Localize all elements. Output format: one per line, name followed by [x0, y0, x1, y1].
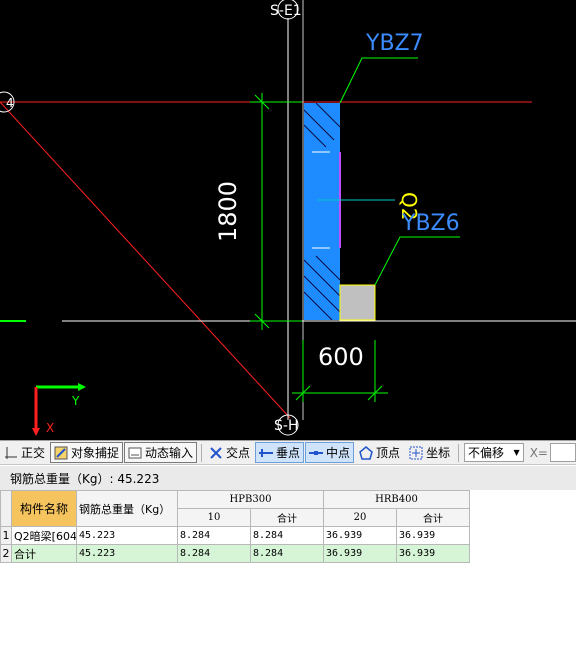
cell-hrb-total[interactable]: 36.939	[396, 544, 470, 563]
label-ybz7: YBZ7	[365, 31, 424, 56]
cell-total-weight[interactable]: 45.223	[76, 544, 178, 563]
offset-select[interactable]: 不偏移 ▼	[464, 443, 524, 462]
summary-text: 钢筋总重量（Kg）: 45.223	[10, 471, 160, 486]
ybz6-leader	[374, 236, 460, 286]
dynamic-input-icon	[127, 445, 143, 461]
x-input[interactable]	[549, 443, 576, 462]
ybz7-leader	[339, 57, 418, 104]
intersection-snap-button[interactable]: 交点	[205, 442, 254, 463]
midpoint-snap-button[interactable]: 中点	[305, 442, 355, 463]
x-coordinate-field: X=	[530, 443, 576, 462]
perpendicular-icon	[258, 445, 274, 461]
wall-q2[interactable]	[304, 103, 340, 320]
chevron-down-icon: ▼	[513, 448, 520, 457]
ortho-icon	[3, 445, 19, 461]
cell-hpb-total[interactable]: 8.284	[250, 526, 324, 545]
snap-toolbar: 正交 对象捕捉 动态输入 交点 垂点 中点 顶点 坐标 不偏移 ▼ X=	[0, 440, 576, 465]
ortho-label: 正交	[21, 446, 46, 460]
table-row[interactable]: 1 Q2暗梁[604 45.223 8.284 8.284 36.939 36.…	[0, 526, 470, 545]
cell-name[interactable]: Q2暗梁[604	[11, 526, 77, 545]
ucs-label-x: X	[46, 421, 54, 435]
rebar-table: 构件名称 钢筋总重量（Kg） HPB300 HRB400 10 合计 20 合计…	[0, 490, 470, 563]
dynamic-input-label: 动态输入	[145, 446, 194, 460]
cell-total-weight[interactable]: 45.223	[76, 526, 178, 545]
cad-drawing: S-E1 S-H 4 Q2 YBZ7 YBZ6 1800 600 Y X	[0, 0, 576, 436]
coordinate-icon	[408, 445, 424, 461]
vertex-label: 顶点	[376, 446, 401, 460]
row-number: 1	[0, 526, 12, 545]
cell-hrb-20[interactable]: 36.939	[323, 526, 397, 545]
axis-label-left: 4	[6, 96, 14, 110]
vertex-snap-button[interactable]: 顶点	[355, 442, 404, 463]
x-label: X=	[529, 445, 548, 460]
table-corner	[0, 490, 12, 527]
label-ybz6: YBZ6	[401, 211, 460, 236]
dimension-vertical	[250, 93, 302, 330]
row-number: 2	[0, 544, 12, 563]
ortho-button[interactable]: 正交	[0, 442, 49, 463]
column-ybz6[interactable]	[339, 284, 376, 321]
cell-name[interactable]: 合计	[11, 544, 77, 563]
vertex-icon	[358, 445, 374, 461]
col-header-hrb-total[interactable]: 合计	[396, 508, 470, 527]
cell-hpb-total[interactable]: 8.284	[250, 544, 324, 563]
axis-label-bottom: S-H	[274, 418, 298, 434]
object-snap-icon	[53, 445, 69, 461]
intersection-label: 交点	[226, 446, 251, 460]
coordinate-snap-button[interactable]: 坐标	[405, 442, 454, 463]
col-header-total-weight[interactable]: 钢筋总重量（Kg）	[76, 490, 178, 527]
col-header-name[interactable]: 构件名称	[11, 490, 77, 527]
midpoint-icon	[308, 445, 324, 461]
cell-hpb-10[interactable]: 8.284	[177, 544, 251, 563]
offset-value: 不偏移	[468, 446, 505, 460]
col-header-hpb-10[interactable]: 10	[177, 508, 251, 527]
col-group-hpb300: HPB300	[177, 490, 324, 509]
ucs-icon	[32, 383, 86, 436]
col-header-hrb-20[interactable]: 20	[323, 508, 397, 527]
perpendicular-snap-button[interactable]: 垂点	[255, 442, 305, 463]
dynamic-input-button[interactable]: 动态输入	[124, 442, 198, 463]
dimension-label-width: 600	[318, 343, 364, 371]
rebar-total-weight-summary: 钢筋总重量（Kg）: 45.223	[0, 466, 576, 490]
toolbar-separator	[201, 443, 202, 462]
diagonal-line	[0, 101, 291, 419]
cad-drawing-canvas[interactable]: S-E1 S-H 4 Q2 YBZ7 YBZ6 1800 600 Y X	[0, 0, 576, 440]
object-snap-label: 对象捕捉	[71, 446, 120, 460]
toolbar-separator	[458, 443, 460, 462]
midpoint-label: 中点	[326, 446, 351, 460]
object-snap-button[interactable]: 对象捕捉	[50, 442, 124, 463]
perpendicular-label: 垂点	[276, 446, 301, 460]
dimension-label-height: 1800	[214, 181, 242, 242]
cell-hrb-20[interactable]: 36.939	[323, 544, 397, 563]
cell-hpb-10[interactable]: 8.284	[177, 526, 251, 545]
col-group-hrb400: HRB400	[323, 490, 470, 509]
cell-hrb-total[interactable]: 36.939	[396, 526, 470, 545]
axis-label-top: S-E1	[270, 3, 302, 19]
intersection-icon	[208, 445, 224, 461]
ucs-label-y: Y	[71, 394, 80, 408]
coordinate-label: 坐标	[426, 446, 451, 460]
table-row[interactable]: 2 合计 45.223 8.284 8.284 36.939 36.939	[0, 544, 470, 563]
col-header-hpb-total[interactable]: 合计	[250, 508, 324, 527]
